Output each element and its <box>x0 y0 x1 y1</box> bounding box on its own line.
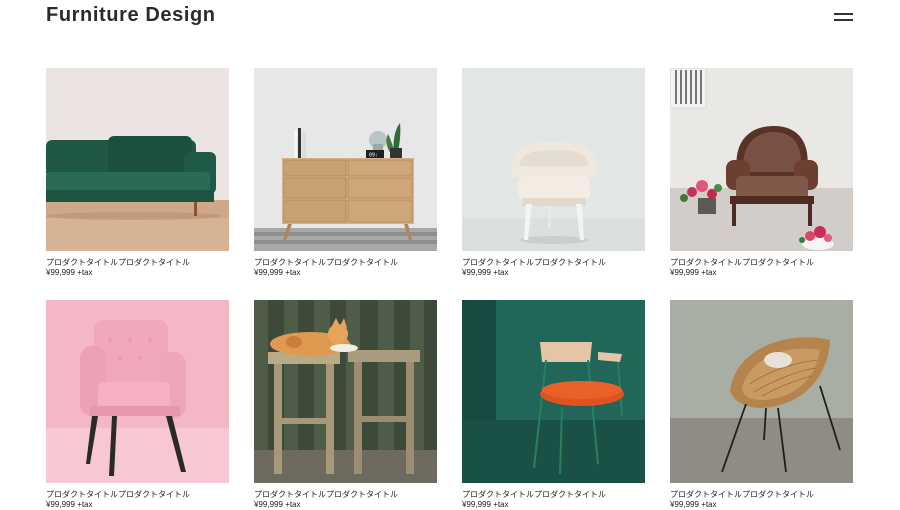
product-name[interactable]: プロダクトタイトルプロダクトタイトル <box>462 490 645 500</box>
product-card[interactable]: プロダクトタイトルプロダクトタイトル ¥99,999 +tax <box>462 300 645 510</box>
orange-seat-chair-image[interactable] <box>462 300 645 483</box>
product-price: ¥99,999 +tax <box>46 268 93 277</box>
product-price: ¥99,999 +tax <box>254 500 301 509</box>
product-card[interactable]: プロダクトタイトルプロダクトタイトル ¥99,999 +tax <box>46 300 229 510</box>
product-price: ¥99,999 +tax <box>46 500 93 509</box>
product-price: ¥99,999 +tax <box>670 268 717 277</box>
product-card[interactable]: プロダクトタイトルプロダクトタイトル ¥99,999 +tax <box>670 68 853 278</box>
brown-vintage-armchair-image[interactable] <box>670 68 853 251</box>
site-header: Furniture Design <box>0 0 900 60</box>
product-price: ¥99,999 +tax <box>462 500 509 509</box>
product-card[interactable]: プロダクトタイトルプロダクトタイトル ¥99,999 +tax <box>670 300 853 510</box>
product-card[interactable]: プロダクトタイトルプロダクトタイトル ¥99,999 +tax <box>46 68 229 278</box>
product-name[interactable]: プロダクトタイトルプロダクトタイトル <box>254 490 437 500</box>
site-title[interactable]: Furniture Design <box>46 4 216 27</box>
rattan-chair-image[interactable] <box>670 300 853 483</box>
product-grid: プロダクトタイトルプロダクトタイトル ¥99,999 +tax 09: プロダク… <box>46 68 854 510</box>
white-tufted-armchair-image[interactable] <box>462 68 645 251</box>
product-name[interactable]: プロダクトタイトルプロダクトタイトル <box>46 490 229 500</box>
svg-text:09:: 09: <box>369 153 378 159</box>
hamburger-menu-icon[interactable] <box>832 10 856 26</box>
product-name[interactable]: プロダクトタイトルプロダクトタイトル <box>254 258 437 268</box>
product-price: ¥99,999 +tax <box>254 268 301 277</box>
product-name[interactable]: プロダクトタイトルプロダクトタイトル <box>670 490 853 500</box>
wooden-chest-of-drawers-image[interactable]: 09: <box>254 68 437 251</box>
product-card[interactable]: 09: プロダクトタイトルプロダクトタイトル ¥99,999 +tax <box>254 68 437 278</box>
wooden-stools-with-cat-image[interactable] <box>254 300 437 483</box>
product-price: ¥99,999 +tax <box>462 268 509 277</box>
product-card[interactable]: プロダクトタイトルプロダクトタイトル ¥99,999 +tax <box>462 68 645 278</box>
product-price: ¥99,999 +tax <box>670 500 717 509</box>
pink-armchair-image[interactable] <box>46 300 229 483</box>
product-card[interactable]: プロダクトタイトルプロダクトタイトル ¥99,999 +tax <box>254 300 437 510</box>
product-name[interactable]: プロダクトタイトルプロダクトタイトル <box>46 258 229 268</box>
green-velvet-sofa-image[interactable] <box>46 68 229 251</box>
product-name[interactable]: プロダクトタイトルプロダクトタイトル <box>670 258 853 268</box>
product-name[interactable]: プロダクトタイトルプロダクトタイトル <box>462 258 645 268</box>
